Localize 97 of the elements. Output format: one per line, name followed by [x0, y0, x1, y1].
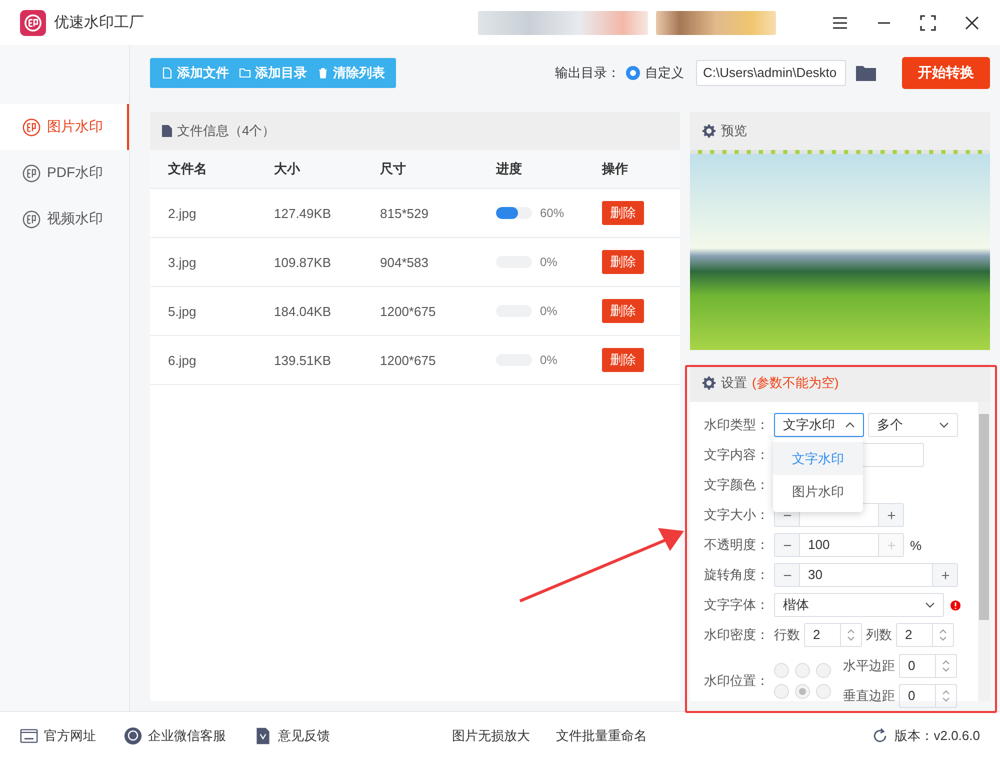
type-select[interactable]: 文字水印 [774, 413, 864, 437]
column-header: 进度 [496, 160, 523, 178]
app-title: 优速水印工厂 [54, 13, 144, 32]
panel-title: 预览 [721, 122, 747, 140]
progress-bar [496, 207, 532, 219]
table-cell-text: 2.jpg [168, 206, 198, 220]
document-icon [254, 727, 272, 745]
seal-icon [22, 210, 41, 228]
font-select[interactable]: 楷体 [774, 593, 944, 617]
field-label: 行数 [774, 626, 800, 644]
number-stepper[interactable]: 30 [774, 563, 958, 587]
panel-title: 文件信息（4个） [177, 122, 276, 140]
field-label: 文字字体： [704, 596, 770, 614]
table-cell-text: 184.04KB [274, 304, 332, 318]
progress-text: 60% [540, 206, 564, 220]
scrollbar[interactable] [978, 402, 990, 701]
field-label: 文字内容： [704, 446, 770, 464]
footer-link[interactable]: 企业微信客服 [148, 727, 226, 745]
start-button[interactable]: 开始转换 [902, 56, 990, 88]
progress-text: 0% [540, 304, 558, 318]
delete-button[interactable]: 删除 [602, 201, 644, 225]
folder-icon [239, 66, 251, 78]
seal-icon [22, 118, 41, 136]
app-logo-icon [20, 10, 46, 36]
plus-icon[interactable] [886, 510, 896, 520]
delete-button[interactable]: 删除 [602, 299, 644, 323]
footer-link[interactable]: 意见反馈 [278, 727, 330, 745]
unit-text: % [910, 538, 922, 552]
position-radio[interactable] [774, 663, 789, 678]
caret-icon [925, 602, 935, 608]
column-header: 尺寸 [380, 160, 407, 178]
seal-icon [22, 164, 41, 182]
number-spinner[interactable]: 2 [804, 623, 862, 647]
position-radio[interactable] [795, 684, 810, 699]
caret-icon [939, 422, 949, 428]
sidebar-item[interactable]: PDF水印 [0, 150, 129, 196]
field-label: 垂直边距 [843, 687, 895, 705]
position-radio[interactable] [795, 663, 810, 678]
panel-title: 设置 [721, 374, 747, 392]
field-label: 文字颜色： [704, 476, 770, 494]
number-spinner[interactable]: 0 [899, 654, 957, 678]
field-label: 列数 [866, 626, 892, 644]
folder-icon[interactable] [856, 64, 876, 80]
field-label: 旋转角度： [704, 566, 770, 584]
footer-link[interactable]: 官方网址 [44, 727, 96, 745]
field-label: 水平边距 [843, 657, 895, 675]
delete-button[interactable]: 删除 [602, 348, 644, 372]
website-icon [20, 727, 38, 745]
footer-link[interactable]: 文件批量重命名 [556, 727, 647, 745]
output-path-field[interactable]: C:\Users\admin\Deskto [696, 60, 846, 86]
close-icon[interactable] [964, 14, 980, 30]
version-text: 版本：v2.0.6.0 [894, 727, 980, 745]
output-label: 输出目录： [555, 64, 620, 82]
chat-icon [124, 727, 142, 745]
gear-icon [702, 124, 716, 138]
position-radio[interactable] [774, 684, 789, 699]
number-spinner[interactable]: 0 [899, 684, 957, 708]
field-label: 水印位置： [704, 672, 770, 690]
count-select[interactable]: 多个 [868, 413, 958, 437]
document-icon [162, 125, 172, 137]
column-header: 操作 [602, 160, 629, 178]
position-radio[interactable] [816, 684, 831, 699]
progress-text: 0% [540, 255, 558, 269]
table-cell-text: 109.87KB [274, 254, 332, 270]
sidebar-item[interactable]: 图片水印 [0, 104, 129, 150]
field-label: 水印类型： [704, 416, 770, 434]
number-spinner[interactable]: 2 [896, 623, 954, 647]
caret-icon [845, 422, 855, 428]
dropdown-option[interactable]: 图片水印 [773, 475, 863, 508]
position-radio[interactable] [816, 663, 831, 678]
table-cell-text: 904*583 [380, 254, 430, 270]
field-label: 文字大小： [704, 506, 770, 524]
table-cell-text: 5.jpg [168, 304, 198, 318]
progress-text: 0% [540, 353, 558, 367]
radio-button[interactable]: 自定义 [626, 64, 684, 82]
menu-icon[interactable] [832, 14, 848, 30]
sidebar-item[interactable]: 视频水印 [0, 196, 129, 242]
plus-icon[interactable] [940, 570, 950, 580]
fullscreen-icon[interactable] [920, 14, 936, 30]
field-label: 水印密度： [704, 626, 770, 644]
delete-button[interactable]: 删除 [602, 250, 644, 274]
table-cell-text: 3.jpg [168, 254, 198, 270]
table-cell-text: 139.51KB [274, 352, 332, 368]
footer-link[interactable]: 图片无损放大 [452, 727, 530, 745]
table-cell-text: 1200*675 [380, 304, 437, 318]
table-cell-text: 127.49KB [274, 206, 332, 220]
warning-note: (参数不能为空) [752, 374, 839, 392]
number-stepper[interactable]: 100 [774, 533, 904, 557]
column-header: 大小 [274, 160, 302, 178]
column-header: 文件名 [168, 160, 208, 178]
table-cell-text: 6.jpg [168, 352, 198, 368]
file-icon [161, 66, 173, 78]
table-cell-text: 1200*675 [380, 352, 437, 368]
field-label: 不透明度： [704, 536, 770, 554]
table-cell-text: 815*529 [380, 206, 430, 220]
trash-icon [317, 66, 329, 78]
gear-icon [702, 376, 716, 390]
